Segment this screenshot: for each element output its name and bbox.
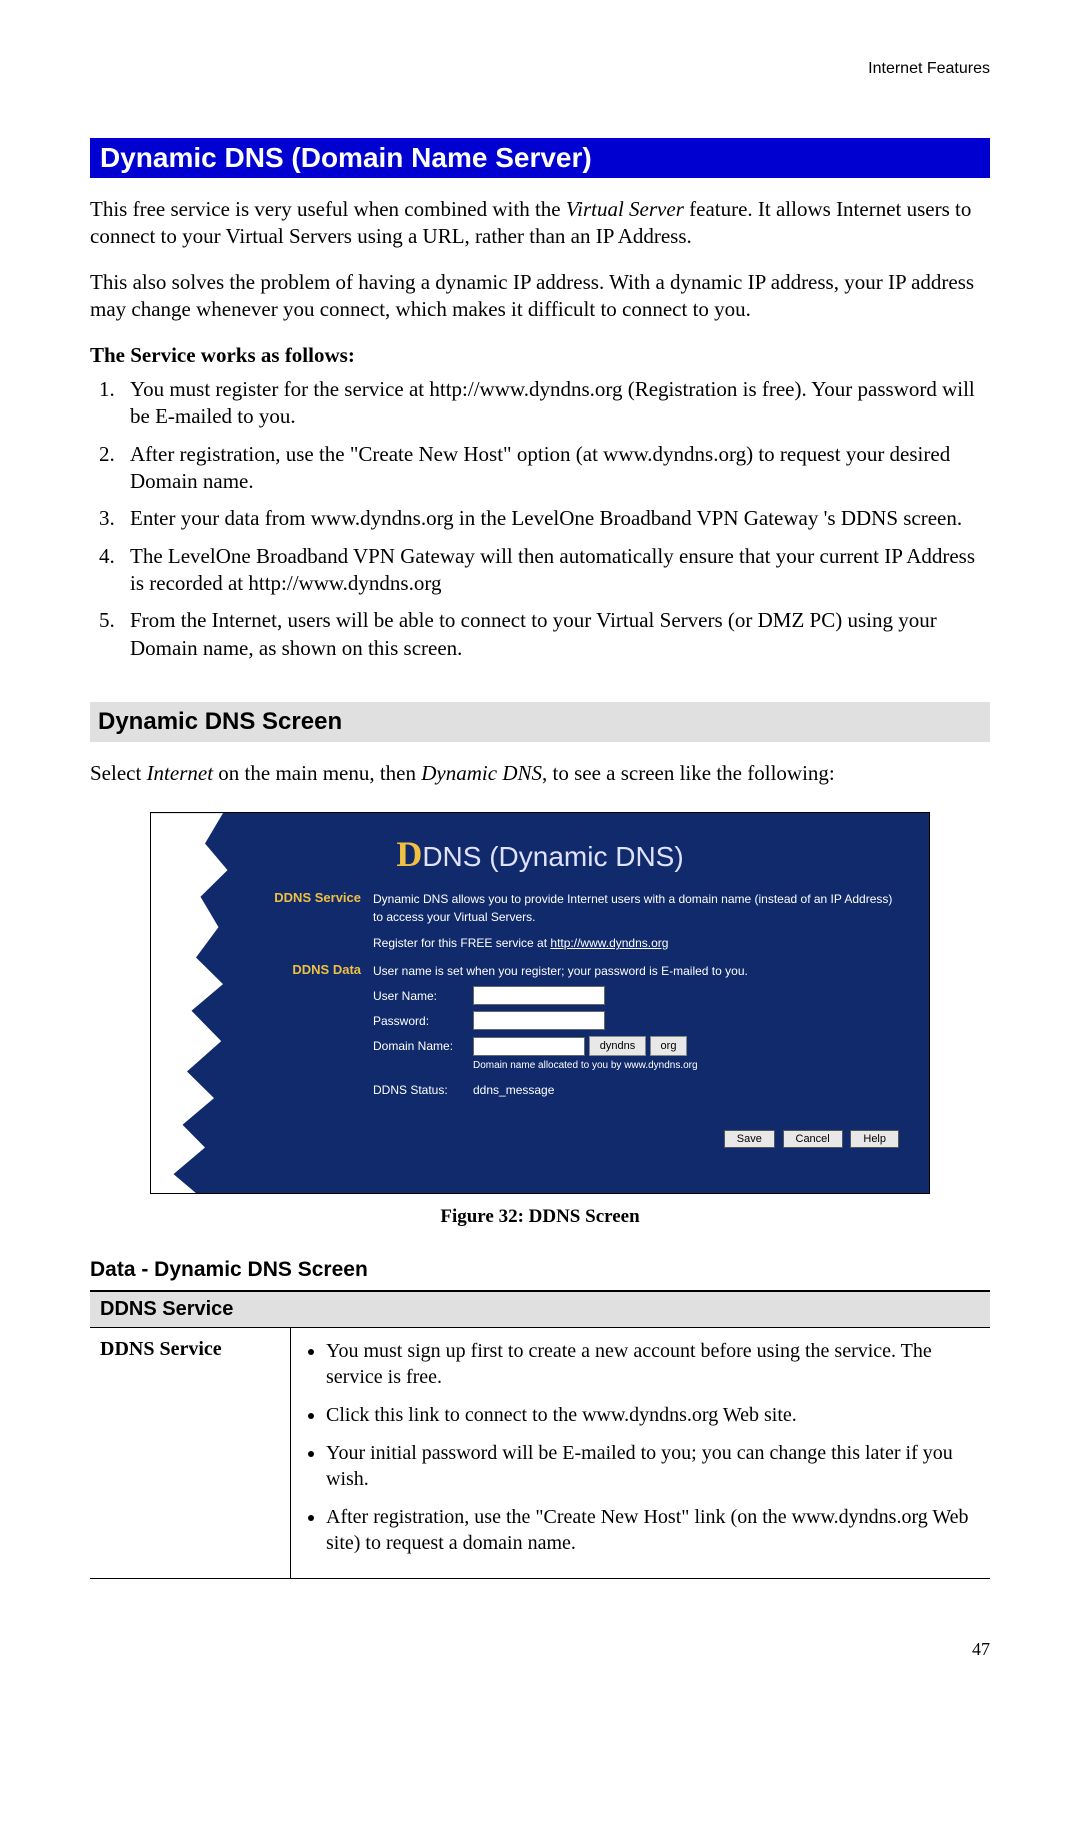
ddns-data-note: User name is set when you register; your… xyxy=(373,962,899,980)
list-item: After registration, use the "Create New … xyxy=(120,441,990,496)
table-header: DDNS Service xyxy=(90,1291,990,1328)
table-row-content: You must sign up first to create a new a… xyxy=(291,1328,991,1579)
password-label: Password: xyxy=(373,1012,473,1030)
list-item: From the Internet, users will be able to… xyxy=(120,607,990,662)
ddns-service-label: DDNS Service xyxy=(261,890,373,905)
table-row-label: DDNS Service xyxy=(90,1328,291,1579)
save-button[interactable]: Save xyxy=(724,1130,775,1148)
ddns-data-label: DDNS Data xyxy=(261,962,373,977)
text: This free service is very useful when co… xyxy=(90,197,566,221)
figure-caption: Figure 32: DDNS Screen xyxy=(90,1206,990,1228)
title-letter: D xyxy=(396,834,422,874)
intro-paragraph-1: This free service is very useful when co… xyxy=(90,196,990,251)
cancel-button[interactable]: Cancel xyxy=(783,1130,843,1148)
page-title: Dynamic DNS (Domain Name Server) xyxy=(90,138,990,178)
text-italic: Virtual Server xyxy=(566,197,684,221)
domain-input[interactable] xyxy=(473,1037,585,1056)
domain-label: Domain Name: xyxy=(373,1037,473,1055)
help-button[interactable]: Help xyxy=(850,1130,899,1148)
page-number: 47 xyxy=(90,1639,990,1660)
data-table: DDNS Service DDNS Service You must sign … xyxy=(90,1290,990,1579)
title-text: DNS (Dynamic DNS) xyxy=(422,841,683,872)
text: Select xyxy=(90,761,147,785)
ddns-service-link[interactable]: http://www.dyndns.org xyxy=(550,936,668,950)
text: , to see a screen like the following: xyxy=(542,761,835,785)
domain-select-2[interactable]: org xyxy=(650,1036,687,1056)
list-item: Click this link to connect to the www.dy… xyxy=(326,1402,980,1428)
status-value: ddns_message xyxy=(473,1081,554,1099)
page-header-section: Internet Features xyxy=(90,60,990,78)
section-intro: Select Internet on the main menu, then D… xyxy=(90,760,990,787)
data-table-heading: Data - Dynamic DNS Screen xyxy=(90,1258,990,1282)
domain-select-1[interactable]: dyndns xyxy=(589,1036,646,1056)
list-item: You must register for the service at htt… xyxy=(120,376,990,431)
username-input[interactable] xyxy=(473,986,605,1005)
username-label: User Name: xyxy=(373,987,473,1005)
text-italic: Internet xyxy=(147,761,213,785)
text-italic: Dynamic DNS xyxy=(421,761,542,785)
steps-heading: The Service works as follows: xyxy=(90,343,990,368)
section-heading: Dynamic DNS Screen xyxy=(90,702,990,742)
domain-note: Domain name allocated to you by www.dynd… xyxy=(473,1058,899,1073)
list-item: After registration, use the "Create New … xyxy=(326,1504,980,1556)
password-input[interactable] xyxy=(473,1011,605,1030)
screenshot-figure: DDNS (Dynamic DNS) DDNS Service Dynamic … xyxy=(90,812,990,1228)
intro-paragraph-2: This also solves the problem of having a… xyxy=(90,269,990,324)
text: on the main menu, then xyxy=(213,761,421,785)
ddns-service-text: Dynamic DNS allows you to provide Intern… xyxy=(373,890,899,926)
list-item: Enter your data from www.dyndns.org in t… xyxy=(120,505,990,532)
list-item: The LevelOne Broadband VPN Gateway will … xyxy=(120,543,990,598)
screenshot-title: DDNS (Dynamic DNS) xyxy=(181,833,899,875)
list-item: You must sign up first to create a new a… xyxy=(326,1338,980,1390)
list-item: Your initial password will be E-mailed t… xyxy=(326,1440,980,1492)
status-label: DDNS Status: xyxy=(373,1081,473,1099)
steps-list: You must register for the service at htt… xyxy=(90,376,990,662)
text: Register for this FREE service at xyxy=(373,936,550,950)
